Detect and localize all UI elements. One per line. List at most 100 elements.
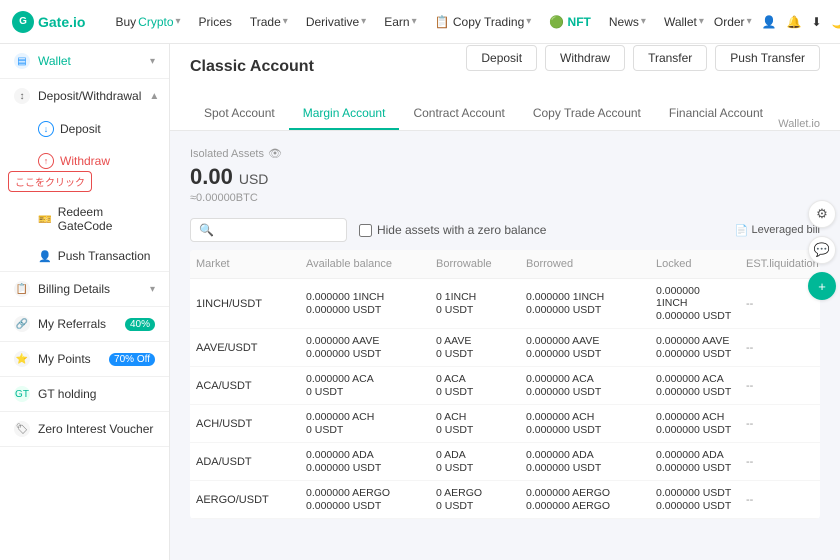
td-available-0: 0.000000 1INCH 0.000000 USDT [300,285,430,322]
td-borrowable-1: 0 AAVE 0 USDT [430,329,520,366]
hide-zero-checkbox[interactable] [359,224,372,237]
td-locked-4: 0.000000 ADA 0.000000 USDT [650,443,740,480]
nav-nft[interactable]: 🟢 NFT [543,11,597,33]
sidebar-redeem[interactable]: 🎫 Redeem GateCode [0,197,169,241]
td-market-5: AERGO/USDT [190,488,300,512]
table-controls: 🔍 Hide assets with a zero balance 📄 Leve… [190,218,820,242]
margin-table: Market Available balance Borrowable Borr… [190,250,820,519]
td-available-1: 0.000000 AAVE 0.000000 USDT [300,329,430,366]
td-available-5: 0.000000 AERGO 0.000000 USDT [300,481,430,518]
nav-wallet[interactable]: Wallet ▾ [664,15,704,29]
nav-earn[interactable]: Earn ▾ [378,11,422,33]
main-body: Isolated Assets 👁 0.00 USD ≈0.00000BTC 🔍… [170,131,840,535]
nav-order[interactable]: Order ▾ [714,15,752,29]
nav-copy-trading[interactable]: 📋 Copy Trading ▾ [429,11,538,33]
table-row: ACA/USDT 0.000000 ACA 0 USDT 0 ACA 0 USD… [190,367,820,405]
sidebar-deposit[interactable]: ↓ Deposit [0,113,169,145]
sidebar-push[interactable]: 👤 Push Transaction [0,241,169,271]
transfer-button[interactable]: Transfer [633,45,707,71]
td-locked-3: 0.000000 ACH 0.000000 USDT [650,405,740,442]
td-available-4: 0.000000 ADA 0.000000 USDT [300,443,430,480]
sidebar-wallet[interactable]: ▤ Wallet ▾ [0,44,169,78]
th-locked: Locked [650,250,740,278]
sidebar: ▤ Wallet ▾ ↕ Deposit/Withdrawal ▲ ↓ Depo… [0,44,170,560]
td-borrowed-2: 0.000000 ACA 0.000000 USDT [520,367,650,404]
tab-copy-trade[interactable]: Copy Trade Account [519,98,655,130]
logo-icon: G [12,11,34,33]
td-estliq-3: -- [740,412,820,436]
logo[interactable]: G Gate.io [12,11,85,33]
nav-news[interactable]: News ▾ [603,11,652,33]
topnav: G Gate.io Buy Crypto ▾ Prices Trade ▾ De… [0,0,840,44]
sidebar-gt[interactable]: GT GT holding [0,377,169,411]
billing-icon: 📋 [14,281,30,297]
nav-buy-crypto[interactable]: Buy Crypto ▾ [109,11,186,33]
sidebar-referrals-section: 🔗 My Referrals 40% [0,307,169,342]
search-box[interactable]: 🔍 [190,218,347,242]
voucher-icon: 🏷 [14,421,30,437]
sidebar-deposit-section: ↕ Deposit/Withdrawal ▲ ↓ Deposit ↑ Withd… [0,79,169,272]
nav-user-icon[interactable]: 👤 [762,15,777,29]
search-input[interactable] [218,223,338,237]
td-estliq-2: -- [740,374,820,398]
table-row: 1INCH/USDT 0.000000 1INCH 0.000000 USDT … [190,279,820,329]
tab-spot[interactable]: Spot Account [190,98,289,130]
sidebar-voucher[interactable]: 🏷 Zero Interest Voucher [0,412,169,446]
table-row: AAVE/USDT 0.000000 AAVE 0.000000 USDT 0 … [190,329,820,367]
grid-icon[interactable] [97,14,99,30]
chat-float-icon[interactable]: 💬 [808,236,836,264]
search-icon: 🔍 [199,223,214,237]
sidebar-withdraw[interactable]: ↑ Withdraw ここをクリック [0,145,169,177]
tab-contract[interactable]: Contract Account [399,98,518,130]
deposit-withdrawal-icon: ↕ [14,88,30,104]
nav-theme-icon[interactable]: 🌙 [832,15,840,29]
referrals-icon: 🔗 [14,316,30,332]
hide-zero-label[interactable]: Hide assets with a zero balance [359,223,546,237]
nav-bell-icon[interactable]: 🔔 [787,15,802,29]
td-market-2: ACA/USDT [190,374,300,398]
points-icon: ⭐ [14,351,30,367]
click-note: ここをクリック [8,171,92,192]
withdraw-button[interactable]: Withdraw [545,45,625,71]
settings-float-icon[interactable]: ⚙ [808,200,836,228]
sidebar-referrals[interactable]: 🔗 My Referrals 40% [0,307,169,341]
sidebar-points-section: ⭐ My Points 70% Off [0,342,169,377]
withdraw-circle-icon: ↑ [38,153,54,169]
eye-icon: 👁 [268,147,282,160]
td-estliq-5: -- [740,488,820,512]
sidebar-gt-section: GT GT holding [0,377,169,412]
sidebar-voucher-section: 🏷 Zero Interest Voucher [0,412,169,447]
td-borrowed-3: 0.000000 ACH 0.000000 USDT [520,405,650,442]
td-borrowable-3: 0 ACH 0 USDT [430,405,520,442]
th-borrowed: Borrowed [520,250,650,278]
td-locked-0: 0.000000 1INCH 0.000000 USDT [650,279,740,328]
td-market-4: ADA/USDT [190,450,300,474]
deposit-circle-icon: ↓ [38,121,54,137]
header-actions: Deposit Withdraw Transfer Push Transfer [466,45,820,71]
td-borrowable-5: 0 AERGO 0 USDT [430,481,520,518]
td-estliq-1: -- [740,336,820,360]
push-transfer-button[interactable]: Push Transfer [715,45,820,71]
balance-currency: USD [239,171,269,187]
tab-financial[interactable]: Financial Account [655,98,777,130]
content-header: Classic Account Deposit Withdraw Transfe… [170,44,840,131]
td-borrowed-1: 0.000000 AAVE 0.000000 USDT [520,329,650,366]
sidebar-deposit-withdrawal[interactable]: ↕ Deposit/Withdrawal ▲ [0,79,169,113]
td-borrowable-4: 0 ADA 0 USDT [430,443,520,480]
nav-prices[interactable]: Prices [193,11,238,33]
wallet-ref: Wallet.io [778,118,820,130]
table-row: ACH/USDT 0.000000 ACH 0 USDT 0 ACH 0 USD… [190,405,820,443]
td-market-0: 1INCH/USDT [190,292,300,316]
nav-trade[interactable]: Trade ▾ [244,11,294,33]
tab-margin[interactable]: Margin Account [289,98,400,130]
nav-derivative[interactable]: Derivative ▾ [300,11,372,33]
plus-float-icon[interactable]: + [808,272,836,300]
table-row: ADA/USDT 0.000000 ADA 0.000000 USDT 0 AD… [190,443,820,481]
deposit-button[interactable]: Deposit [466,45,537,71]
sidebar-wallet-section: ▤ Wallet ▾ [0,44,169,79]
wallet-icon: ▤ [14,53,30,69]
td-estliq-4: -- [740,450,820,474]
sidebar-points[interactable]: ⭐ My Points 70% Off [0,342,169,376]
sidebar-billing[interactable]: 📋 Billing Details ▾ [0,272,169,306]
nav-download-icon[interactable]: ⬇ [812,15,822,29]
